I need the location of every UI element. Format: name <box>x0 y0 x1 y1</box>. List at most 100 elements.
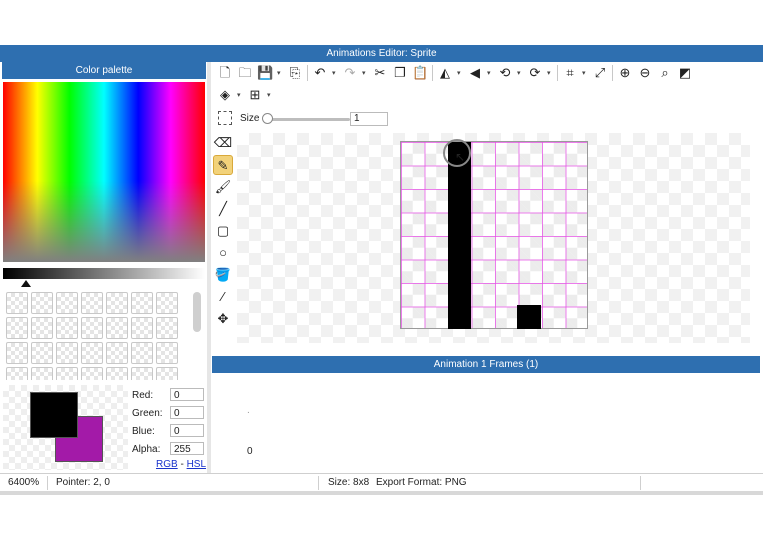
color-mode-links: RGB - HSL <box>156 459 206 470</box>
sprite-size: Size: 8x8 <box>328 477 370 488</box>
palette-swatch[interactable] <box>56 317 78 339</box>
sprite-pixel <box>517 304 541 329</box>
flip-horizontal-icon[interactable]: ◭ <box>437 65 453 81</box>
palette-swatch[interactable] <box>31 317 53 339</box>
size-field[interactable]: 1 <box>350 112 388 126</box>
chevron-down-icon[interactable]: ▾ <box>237 91 243 99</box>
alpha-field[interactable]: 255 <box>170 442 204 455</box>
palette-scrollbar[interactable] <box>193 292 201 332</box>
chevron-down-icon[interactable]: ▾ <box>517 69 523 77</box>
line-icon[interactable]: ╱ <box>213 199 233 219</box>
palette-swatch[interactable] <box>106 342 128 364</box>
red-field[interactable]: 0 <box>170 388 204 401</box>
palette-swatch[interactable] <box>156 342 178 364</box>
hsl-link[interactable]: HSL <box>187 459 206 470</box>
undo-icon[interactable]: ↶ <box>312 65 328 81</box>
chevron-down-icon[interactable]: ▾ <box>457 69 463 77</box>
eyedropper-icon[interactable]: ⁄ <box>213 287 233 307</box>
save-icon[interactable]: 💾 <box>257 65 273 81</box>
size-slider-track[interactable] <box>264 118 350 121</box>
actual-size-icon[interactable]: ◩ <box>677 65 693 81</box>
blue-field[interactable]: 0 <box>170 424 204 437</box>
zoom-in-icon[interactable]: ⊕ <box>617 65 633 81</box>
size-slider-thumb[interactable] <box>262 113 273 124</box>
rgb-link[interactable]: RGB <box>156 459 178 470</box>
zoom-out-icon[interactable]: ⊖ <box>637 65 653 81</box>
palette-swatch[interactable] <box>56 292 78 314</box>
eraser-icon[interactable]: ⌫ <box>213 133 233 153</box>
flip-vertical-icon[interactable]: ◀ <box>467 65 483 81</box>
red-label: Red: <box>132 390 154 401</box>
palette-swatch[interactable] <box>156 367 178 380</box>
paste-icon[interactable]: 📋 <box>412 65 428 81</box>
green-field[interactable]: 0 <box>170 406 204 419</box>
pencil-icon[interactable]: ✎ <box>213 155 233 175</box>
sprite-canvas[interactable] <box>400 141 588 329</box>
sprite-pixel <box>447 235 472 259</box>
chevron-down-icon[interactable]: ▾ <box>332 69 338 77</box>
palette-swatch[interactable] <box>131 317 153 339</box>
palette-swatch[interactable] <box>81 317 103 339</box>
window-bottom-edge <box>0 491 763 495</box>
chevron-down-icon[interactable]: ▾ <box>362 69 368 77</box>
palette-swatch[interactable] <box>81 367 103 380</box>
palette-swatch[interactable] <box>156 317 178 339</box>
sprite-pixel <box>447 281 472 306</box>
foreground-color-swatch[interactable] <box>30 392 78 438</box>
palette-swatch[interactable] <box>6 292 28 314</box>
rectangle-icon[interactable]: ▢ <box>213 221 233 241</box>
palette-swatch[interactable] <box>106 317 128 339</box>
chevron-down-icon[interactable]: ▾ <box>267 91 273 99</box>
open-folder-icon[interactable]: 🗀 <box>237 65 253 81</box>
palette-swatches <box>6 292 184 380</box>
color-spectrum-picker[interactable] <box>3 82 205 262</box>
panel-splitter[interactable] <box>207 62 211 473</box>
grid-icon[interactable]: ⊞ <box>247 87 263 103</box>
grayscale-bar[interactable] <box>3 268 205 279</box>
palette-swatch[interactable] <box>56 367 78 380</box>
selection-icon[interactable] <box>218 111 232 125</box>
resize-icon[interactable]: ⤢ <box>592 65 608 81</box>
palette-swatch[interactable] <box>56 342 78 364</box>
palette-swatch[interactable] <box>106 292 128 314</box>
chevron-down-icon[interactable]: ▾ <box>277 69 283 77</box>
chevron-down-icon[interactable]: ▾ <box>547 69 553 77</box>
new-file-icon[interactable]: 🗋 <box>217 65 233 81</box>
palette-swatch[interactable] <box>31 367 53 380</box>
chevron-down-icon[interactable]: ▾ <box>582 69 588 77</box>
palette-swatch[interactable] <box>81 342 103 364</box>
grayscale-marker[interactable] <box>21 280 31 287</box>
size-label: Size <box>240 113 260 124</box>
ellipse-icon[interactable]: ○ <box>213 243 233 263</box>
redo-icon[interactable]: ↷ <box>342 65 358 81</box>
palette-swatch[interactable] <box>6 342 28 364</box>
cut-icon[interactable]: ✂ <box>372 65 388 81</box>
palette-swatch[interactable] <box>106 367 128 380</box>
frames-header: Animation 1 Frames (1) <box>212 356 760 373</box>
zoom-fit-icon[interactable]: ⌕ <box>657 65 673 81</box>
crop-icon[interactable]: ⌗ <box>562 65 578 81</box>
secondary-toolbar: ◈ ▾ ⊞ ▾ <box>217 87 273 103</box>
window-title: Animations Editor: Sprite <box>0 45 763 62</box>
palette-swatch[interactable] <box>31 292 53 314</box>
palette-swatch[interactable] <box>6 367 28 380</box>
sprite-pixel <box>447 165 472 189</box>
palette-swatch[interactable] <box>131 292 153 314</box>
fill-bucket-icon[interactable]: 🪣 <box>213 265 233 285</box>
brush-icon[interactable]: 🖌 <box>213 177 233 197</box>
frame-thumbnail[interactable]: . <box>247 405 250 416</box>
move-icon[interactable]: ✥ <box>213 309 233 329</box>
rotate-right-icon[interactable]: ⟳ <box>527 65 543 81</box>
palette-swatch[interactable] <box>81 292 103 314</box>
export-icon[interactable]: ⎘ <box>287 65 303 81</box>
chevron-down-icon[interactable]: ▾ <box>487 69 493 77</box>
palette-swatch[interactable] <box>131 342 153 364</box>
palette-swatch[interactable] <box>131 367 153 380</box>
palette-swatch[interactable] <box>6 317 28 339</box>
copy-icon[interactable]: ❐ <box>392 65 408 81</box>
toolbar-separator <box>307 65 308 81</box>
palette-swatch[interactable] <box>31 342 53 364</box>
palette-swatch[interactable] <box>156 292 178 314</box>
rotate-left-icon[interactable]: ⟲ <box>497 65 513 81</box>
layers-icon[interactable]: ◈ <box>217 87 233 103</box>
